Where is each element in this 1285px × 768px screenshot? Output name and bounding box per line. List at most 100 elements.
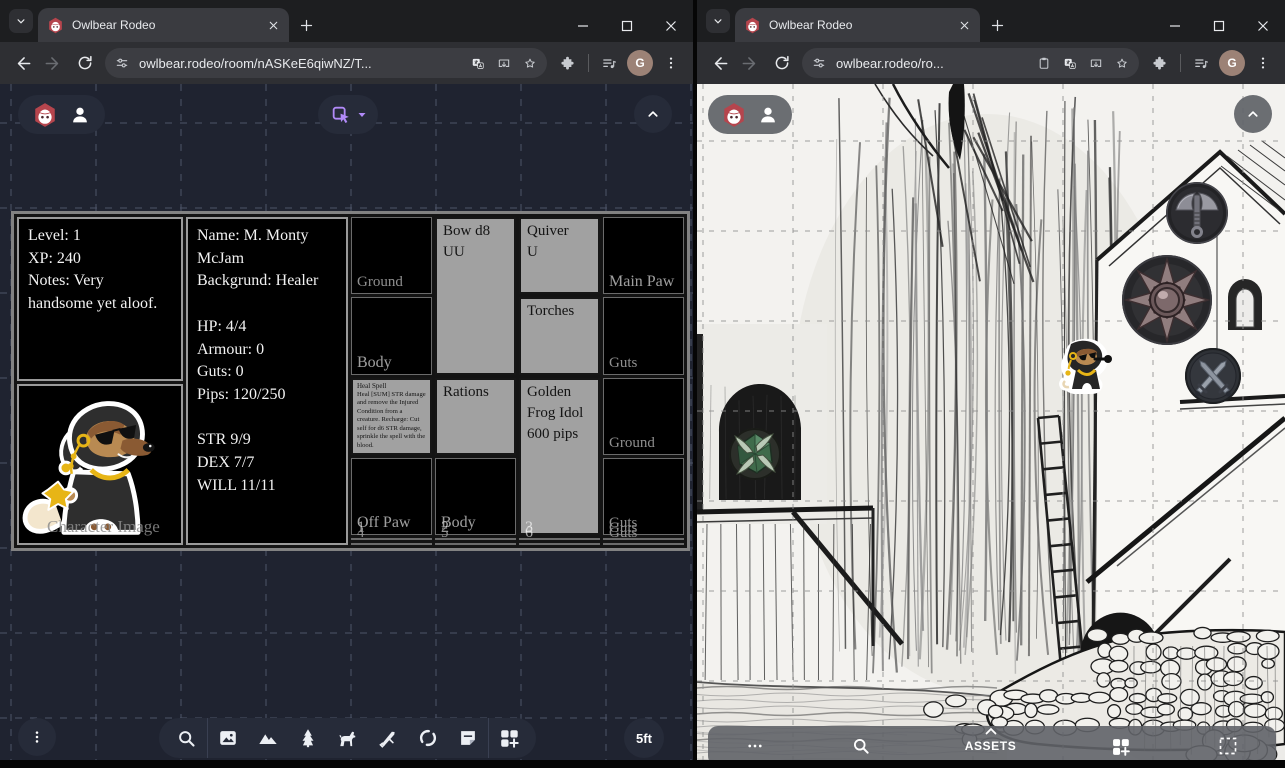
- character-stats-box[interactable]: Name: M. Monty McJam Backgrund: Healer H…: [186, 217, 348, 545]
- owlbear-logo-icon[interactable]: [721, 102, 747, 128]
- translate-button[interactable]: [465, 50, 491, 76]
- character-token[interactable]: [1058, 336, 1116, 396]
- creatures-button[interactable]: [328, 718, 368, 758]
- item-card-rations[interactable]: Rations: [435, 377, 516, 455]
- slot-guts-4[interactable]: Guts: [603, 525, 684, 545]
- forward-button[interactable]: [735, 48, 766, 79]
- item-card-heal-spell[interactable]: Heal Spell Heal [SUM] STR damage and remo…: [351, 377, 432, 455]
- bookmark-button[interactable]: [517, 50, 543, 76]
- close-button[interactable]: [649, 10, 693, 42]
- browser-menu-button[interactable]: [655, 48, 686, 79]
- url-text: owlbear.rodeo/ro...: [836, 55, 944, 71]
- players-icon[interactable]: [757, 104, 779, 126]
- maximize-button[interactable]: [1197, 10, 1241, 42]
- close-button[interactable]: [1241, 10, 1285, 42]
- site-info-button[interactable]: [806, 50, 832, 76]
- slot-ground-1[interactable]: Ground: [351, 217, 432, 295]
- crossed-swords-token[interactable]: [1184, 347, 1242, 405]
- profile-avatar[interactable]: G: [627, 50, 653, 76]
- obr-room-canvas[interactable]: Level: 1 XP: 240 Notes: Very handsome ye…: [0, 84, 693, 760]
- obr-map-canvas[interactable]: ASSETS: [697, 84, 1285, 763]
- more-options-button[interactable]: [18, 718, 56, 756]
- reload-button[interactable]: [766, 48, 797, 79]
- tab-strip: Owlbear Rodeo: [0, 0, 693, 42]
- character-info-box[interactable]: Level: 1 XP: 240 Notes: Very handsome ye…: [17, 217, 183, 381]
- forward-button[interactable]: [38, 48, 69, 79]
- tab-close-button[interactable]: [267, 19, 280, 32]
- collapse-panel-button[interactable]: [1234, 95, 1272, 133]
- translate-button[interactable]: [1057, 50, 1083, 76]
- profile-avatar[interactable]: G: [1219, 50, 1245, 76]
- owlbear-logo-icon[interactable]: [32, 102, 58, 128]
- extensions-button[interactable]: [552, 48, 583, 79]
- item-card-golden-frog-idol[interactable]: Golden Frog Idol 600 pips: [519, 377, 600, 535]
- character-sheet[interactable]: Level: 1 XP: 240 Notes: Very handsome ye…: [11, 211, 690, 551]
- minimize-button[interactable]: [1153, 10, 1197, 42]
- reading-list-button[interactable]: [1186, 48, 1217, 79]
- bookmark-button[interactable]: [1109, 50, 1135, 76]
- tab-search-button[interactable]: [706, 9, 730, 33]
- spiked-shield-token[interactable]: [1120, 253, 1214, 347]
- minimize-button[interactable]: [561, 10, 605, 42]
- slot-ground-2[interactable]: Ground: [603, 377, 684, 455]
- select-tool-dropdown[interactable]: [318, 95, 378, 134]
- browser-tab[interactable]: Owlbear Rodeo: [735, 8, 980, 42]
- grid-scale-button[interactable]: 5ft: [624, 718, 664, 758]
- axe-token[interactable]: [1165, 181, 1229, 245]
- collapse-panel-button[interactable]: [634, 95, 672, 133]
- terrain-button[interactable]: [248, 718, 288, 758]
- slot-main-paw[interactable]: Main Paw: [603, 217, 684, 295]
- address-bar[interactable]: owlbear.rodeo/room/nASKeE6qiwNZ/T...: [105, 48, 547, 78]
- reload-button[interactable]: [69, 48, 100, 79]
- tab-close-button[interactable]: [958, 19, 971, 32]
- clipboard-button[interactable]: [1031, 50, 1057, 76]
- notes-button[interactable]: [448, 718, 488, 758]
- search-button[interactable]: [851, 736, 871, 756]
- plus-icon: [300, 19, 313, 32]
- character-image-box[interactable]: Character Image: [17, 384, 183, 545]
- slot-5[interactable]: 5: [435, 525, 516, 545]
- trees-button[interactable]: [288, 718, 328, 758]
- weapons-button[interactable]: [368, 718, 408, 758]
- cast-save-button[interactable]: [1083, 50, 1109, 76]
- slot-guts-1[interactable]: Guts: [603, 297, 684, 375]
- more-options-button[interactable]: [746, 737, 764, 755]
- site-info-button[interactable]: [109, 50, 135, 76]
- room-header: [708, 95, 792, 134]
- assets-button[interactable]: ASSETS: [959, 727, 1023, 754]
- new-tab-button[interactable]: [299, 18, 314, 33]
- add-assets-button[interactable]: [1110, 736, 1131, 757]
- slot-4[interactable]: 4: [351, 525, 432, 545]
- players-icon[interactable]: [69, 104, 91, 126]
- cast-save-button[interactable]: [491, 50, 517, 76]
- browser-tab[interactable]: Owlbear Rodeo: [38, 8, 289, 42]
- select-area-button[interactable]: [1218, 736, 1238, 756]
- back-button[interactable]: [7, 48, 38, 79]
- item-card-bow[interactable]: Bow d8 UU: [435, 217, 516, 375]
- browser-toolbar: owlbear.rodeo/room/nASKeE6qiwNZ/T... G: [0, 42, 693, 84]
- slot-6[interactable]: 6: [519, 524, 600, 545]
- puzzle-icon: [561, 56, 574, 70]
- item-card-torches[interactable]: Torches: [519, 297, 600, 375]
- new-tab-button[interactable]: [990, 18, 1005, 33]
- slot-body-1[interactable]: Body: [351, 297, 432, 375]
- item-card-quiver[interactable]: Quiver U: [519, 217, 600, 295]
- chevron-down-icon: [17, 19, 25, 24]
- green-gem-token[interactable]: [727, 426, 783, 482]
- browser-menu-button[interactable]: [1247, 48, 1278, 79]
- tune-icon: [116, 58, 128, 68]
- maps-button[interactable]: [208, 718, 248, 758]
- add-assets-button[interactable]: [489, 718, 529, 758]
- back-button[interactable]: [704, 48, 735, 79]
- extensions-button[interactable]: [1144, 48, 1175, 79]
- maximize-icon: [1213, 20, 1225, 32]
- kebab-icon: [35, 731, 39, 743]
- reading-list-button[interactable]: [594, 48, 625, 79]
- search-button[interactable]: [167, 718, 207, 758]
- close-icon: [960, 21, 969, 29]
- tab-search-button[interactable]: [9, 9, 33, 33]
- maximize-button[interactable]: [605, 10, 649, 42]
- address-bar[interactable]: owlbear.rodeo/ro...: [802, 48, 1139, 78]
- rings-button[interactable]: [408, 718, 448, 758]
- chevron-up-icon: [1248, 111, 1258, 117]
